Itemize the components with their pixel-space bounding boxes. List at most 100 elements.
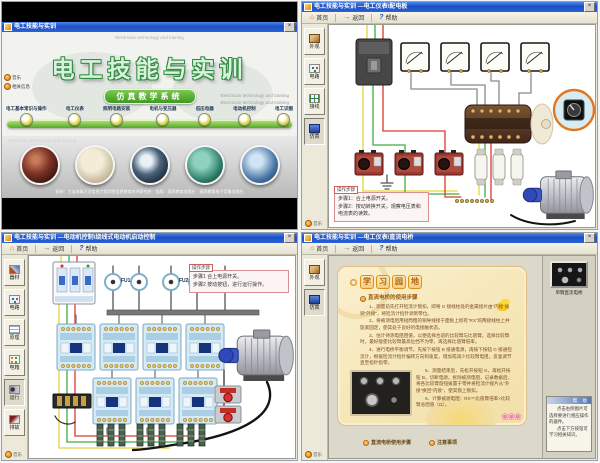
help-button[interactable]: ?帮助	[374, 12, 402, 24]
terminal-strip	[455, 199, 494, 203]
photo-component[interactable]	[130, 145, 170, 185]
home-button[interactable]: ⌂首页	[305, 12, 333, 24]
push-button-station[interactable]	[215, 406, 241, 423]
contactor[interactable]	[136, 378, 174, 424]
main-menu: 电工基本常识与操作 电工仪表 照明电路安装 电机与变压器 低压电器 电动机控制 …	[6, 106, 293, 126]
fuse-link[interactable]	[475, 149, 487, 185]
sidebar-item-simulation[interactable]: 仿真	[304, 118, 325, 145]
music-toggle[interactable]: 音乐	[5, 451, 22, 458]
photo-motor[interactable]	[185, 145, 225, 185]
step-line: 步骤2 按动按钮，进行运行操作。	[193, 282, 285, 290]
menu-button-icon[interactable]	[156, 113, 169, 126]
link-precautions[interactable]: 注意事项	[429, 439, 457, 446]
photo-wires[interactable]	[20, 145, 60, 185]
circuit-icon	[309, 64, 320, 73]
contactor[interactable]	[57, 324, 95, 370]
component-sidebar: 单臂直流电桥 帮 助 点击右侧图片可选择要进行相应操作的器件。 点击下方按钮可学…	[542, 256, 595, 458]
back-button[interactable]: →返回	[338, 243, 369, 255]
menu-button-icon[interactable]	[238, 113, 251, 126]
menu-item-basics[interactable]: 电工基本常识与操作	[6, 106, 47, 126]
sidebar-item-panel-box[interactable]: 电箱	[4, 349, 25, 376]
contactor[interactable]	[100, 324, 138, 370]
contactor[interactable]	[186, 324, 224, 370]
menu-item-lighting[interactable]: 照明电路安装	[103, 106, 130, 126]
titlebar[interactable]: 电工技能与实训 —电工仪表\直流电桥 ×	[302, 233, 597, 243]
simulation-canvas: FU1 FU2 操作步骤 步骤1 合上电源开关。 步骤2 按动按钮，进行运行操作…	[28, 255, 296, 459]
dc-bridge-thumbnail[interactable]	[550, 261, 588, 288]
fuse-label-fu1: FU1	[121, 279, 130, 284]
monitor-icon	[309, 124, 320, 133]
close-icon[interactable]: ×	[284, 22, 295, 32]
link-usage-steps[interactable]: 直流电桥使用步骤	[363, 439, 411, 446]
music-toggle[interactable]: 音乐	[305, 451, 322, 458]
circuit-breaker[interactable]	[53, 262, 95, 304]
titlebar[interactable]: 电工技能与实训 ×	[2, 22, 297, 32]
fuse-link[interactable]	[511, 149, 523, 185]
close-icon[interactable]: ×	[584, 233, 595, 243]
fuse-link[interactable]	[493, 149, 505, 185]
photo-parts[interactable]	[240, 145, 280, 185]
contactor[interactable]	[179, 378, 217, 424]
toolbar: ⌂首页 →返回 ?帮助	[302, 243, 597, 255]
photo-meter[interactable]	[75, 145, 115, 185]
circuit-breaker[interactable]	[356, 39, 392, 85]
sidebar-item-circuit[interactable]: 电路	[304, 58, 325, 85]
menu-button-icon[interactable]	[68, 113, 81, 126]
app-icon	[4, 23, 12, 31]
monitor-icon	[309, 295, 320, 304]
home-icon: ⌂	[310, 14, 314, 21]
contactor[interactable]	[93, 378, 131, 424]
operation-steps-box: 操作步骤 步骤1 合上电源开关。 步骤2 按动按钮，进行运行操作。	[189, 270, 289, 293]
sidebar-item-circuit[interactable]: 电路	[4, 289, 25, 316]
titlebar[interactable]: 电工技能与实训 —电工仪表\配电板 ×	[302, 2, 597, 12]
related-info-link[interactable]: 相关信息	[4, 83, 30, 90]
titlebar[interactable]: 电工技能与实训 —电动机控制\绕线式电动机启动控制 ×	[2, 233, 297, 243]
back-button[interactable]: →返回	[38, 243, 69, 255]
splash-content: Electrician technology and training 音乐 相…	[2, 32, 297, 198]
back-button[interactable]: →返回	[338, 12, 369, 24]
menu-item-motorcontrol[interactable]: 电动机控制	[233, 106, 256, 126]
letterbox-band	[2, 198, 297, 229]
help-button[interactable]: ?帮助	[374, 243, 402, 255]
knife-switch[interactable]	[53, 394, 91, 408]
music-toggle[interactable]: 音乐	[305, 220, 322, 227]
sidebar-item-appearance[interactable]: 外观	[304, 28, 325, 55]
toolbar-separator	[335, 245, 336, 253]
main-title: 电工技能与实训	[2, 50, 297, 84]
learning-text: 直流电桥的使用步骤 1、测量前先打开检流计锁扣，即将 G 接线柱处的金属接片由“…	[360, 295, 514, 416]
menu-button-icon[interactable]	[110, 113, 123, 126]
rotary-changeover-switch[interactable]	[465, 104, 553, 144]
menu-button-icon[interactable]	[20, 113, 33, 126]
app-icon	[4, 234, 12, 242]
close-icon[interactable]: ×	[284, 233, 295, 243]
starting-resistor-coils	[137, 424, 165, 446]
sidebar-item-appearance[interactable]: 外观	[304, 259, 325, 286]
english-tagline-top: Electrician technology and training	[2, 35, 297, 40]
dc-bridge-photo	[350, 370, 412, 416]
sidebar-item-principle[interactable]: 原理	[4, 319, 25, 346]
thumbnail-label: 单臂直流电桥	[543, 290, 595, 296]
sidebar-item-wiring[interactable]: 接线	[304, 88, 325, 115]
bottom-links: 直流电桥使用步骤 注意事项	[363, 439, 457, 446]
sidebar-item-run[interactable]: 运行	[4, 379, 25, 406]
learning-heading: 学 习 园 地	[350, 275, 422, 289]
operation-steps-box: 操作步骤 步骤1：合上电源开关。 步骤2：按动转换开关，观察电压表和电流表的读数…	[334, 192, 429, 222]
sidebar-item-troubleshoot[interactable]: 排故	[4, 409, 25, 436]
menu-item-drawings[interactable]: 电工识图	[275, 106, 293, 126]
subtitle-banner: 仿真教学系统	[104, 89, 196, 104]
home-button[interactable]: ⌂首页	[305, 243, 333, 255]
menu-item-meters[interactable]: 电工仪表	[66, 106, 84, 126]
contactor[interactable]	[143, 324, 181, 370]
menu-button-icon[interactable]	[198, 113, 211, 126]
close-icon[interactable]: ×	[584, 2, 595, 12]
menu-item-lowvoltage[interactable]: 低压电器	[196, 106, 214, 126]
home-button[interactable]: ⌂首页	[5, 243, 33, 255]
menu-button-icon[interactable]	[277, 113, 290, 126]
help-button[interactable]: ?帮助	[74, 243, 102, 255]
english-tagline-sub: Electrician technology and training Elec…	[220, 92, 289, 106]
analog-meter	[481, 43, 509, 73]
push-button-station[interactable]	[215, 386, 241, 403]
sidebar-item-equipment[interactable]: 器材	[4, 259, 25, 286]
sidebar-item-simulation[interactable]: 仿真	[304, 289, 325, 316]
menu-item-machines[interactable]: 电机与变压器	[149, 106, 176, 126]
